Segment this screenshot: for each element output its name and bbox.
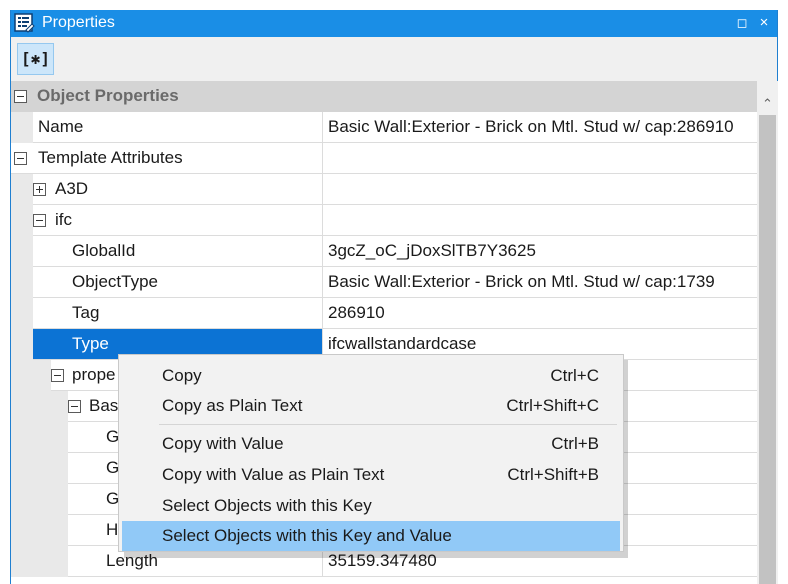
collapse-icon[interactable] [51,369,64,382]
window-title: Properties [42,14,115,31]
collapse-icon[interactable] [68,400,81,413]
menu-item-label: Copy [162,366,202,385]
show-all-toggle-button[interactable]: [✱] [17,43,54,75]
menu-item-shortcut: Ctrl+Shift+C [506,396,599,415]
scroll-up-icon[interactable]: ⌃ [757,95,778,113]
property-name: ObjectType [72,272,158,291]
property-value[interactable]: 286910 [322,298,757,328]
menu-item-select-objects-with-key[interactable]: Select Objects with this Key [122,491,620,521]
property-name: A3D [55,179,89,198]
collapse-icon[interactable] [14,90,27,103]
restore-button[interactable]: ◻ [733,14,751,32]
menu-item-select-objects-with-key-and-value[interactable]: Select Objects with this Key and Value [122,521,620,551]
menu-item-label: Select Objects with this Key and Value [162,526,452,545]
menu-item-copy-with-value[interactable]: Copy with Value Ctrl+B [122,429,620,459]
property-value[interactable]: 3gcZ_oC_jDoxSlTB7Y3625 [322,236,757,266]
menu-item-shortcut: Ctrl+B [551,434,599,453]
menu-item-label: Copy as Plain Text [162,396,303,415]
property-row-tag[interactable]: Tag 286910 [11,298,757,329]
property-name: Type [72,334,109,353]
property-name: Name [38,117,84,136]
menu-item-label: Copy with Value [162,434,284,453]
property-name: H [106,520,119,539]
menu-item-label: Copy with Value as Plain Text [162,465,385,484]
toolbar: [✱] [11,37,777,81]
property-name: Tag [72,303,100,322]
expand-icon[interactable] [33,183,46,196]
property-name: GlobalId [72,241,136,260]
menu-separator [159,424,617,425]
property-row-objecttype[interactable]: ObjectType Basic Wall:Exterior - Brick o… [11,267,757,298]
close-button[interactable]: × [755,14,773,32]
collapse-icon[interactable] [33,214,46,227]
property-row-a3d[interactable]: A3D [11,174,757,205]
menu-item-copy[interactable]: Copy Ctrl+C [122,361,620,391]
property-value[interactable]: Basic Wall:Exterior - Brick on Mtl. Stud… [322,267,757,297]
menu-item-shortcut: Ctrl+Shift+B [507,465,599,484]
property-value[interactable] [322,143,757,173]
menu-item-copy-with-value-as-plain-text[interactable]: Copy with Value as Plain Text Ctrl+Shift… [122,460,620,490]
property-row-globalid[interactable]: GlobalId 3gcZ_oC_jDoxSlTB7Y3625 [11,236,757,267]
category-row-object-properties[interactable]: Object Properties [11,81,757,112]
context-menu: Copy Ctrl+C Copy as Plain Text Ctrl+Shif… [118,354,624,552]
collapse-icon[interactable] [14,152,27,165]
property-value[interactable] [322,174,757,204]
category-label: Object Properties [37,86,179,105]
vertical-scrollbar[interactable]: ⌃ [757,81,778,584]
property-row-template-attributes[interactable]: Template Attributes [11,143,757,174]
menu-item-copy-as-plain-text[interactable]: Copy as Plain Text Ctrl+Shift+C [122,391,620,421]
title-bar[interactable]: Properties ◻ × [11,10,777,37]
property-name: ifc [55,210,72,229]
menu-item-shortcut: Ctrl+C [550,366,599,385]
property-value[interactable]: Basic Wall:Exterior - Brick on Mtl. Stud… [322,112,757,142]
property-name: Template Attributes [38,148,183,167]
property-row-name[interactable]: Name Basic Wall:Exterior - Brick on Mtl.… [11,112,757,143]
properties-list-icon [14,13,35,33]
property-value[interactable] [322,205,757,235]
property-name: prope [72,365,116,384]
property-row-ifc[interactable]: ifc [11,205,757,236]
menu-item-label: Select Objects with this Key [162,496,372,515]
scroll-thumb[interactable] [759,115,776,584]
